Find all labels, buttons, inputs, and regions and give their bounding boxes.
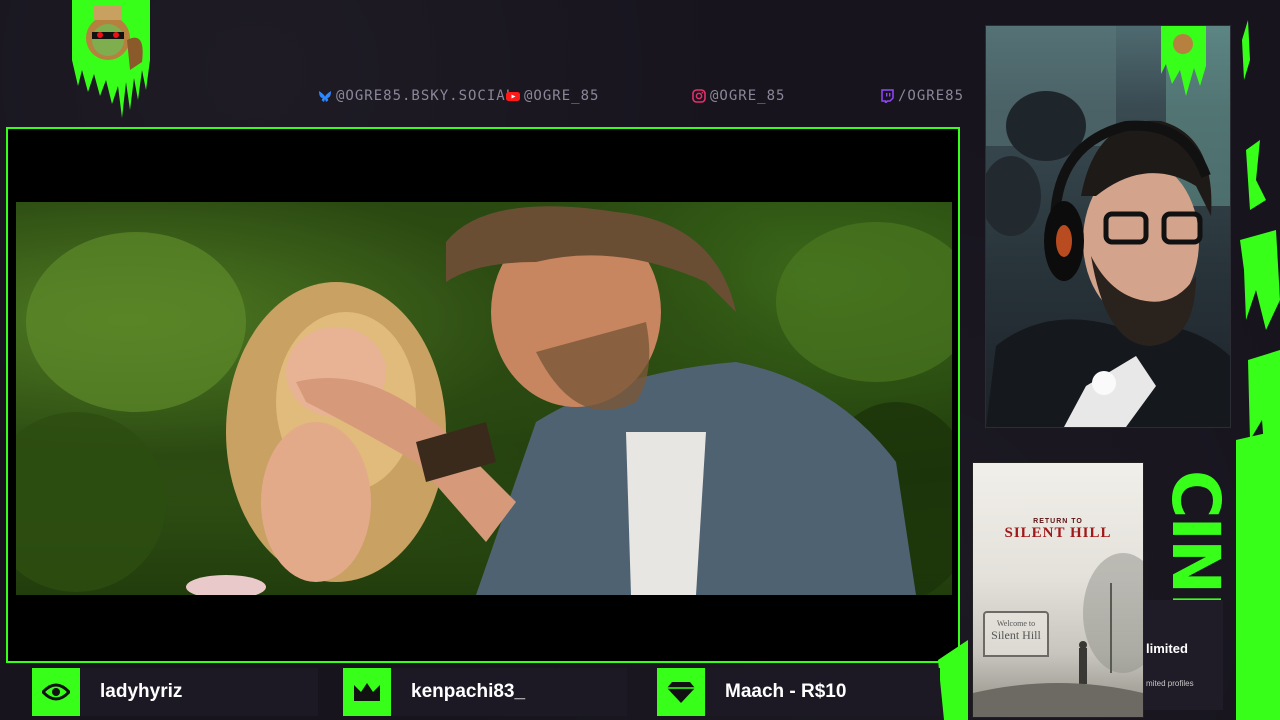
twitch-icon: [881, 89, 894, 103]
social-youtube-label: @OGRE_85: [524, 88, 600, 104]
bluesky-icon: [319, 91, 331, 102]
crown-icon: [343, 668, 391, 716]
social-instagram-label: @OGRE_85: [710, 88, 786, 104]
latest-subscriber: kenpachi83_: [343, 668, 627, 716]
instagram-icon: [692, 89, 706, 103]
latest-donation: Maach - R$10: [657, 668, 940, 716]
latest-follower: ladyhyriz: [32, 668, 318, 716]
movie-poster: RETURN TO SILENT HILL Welcome to Silent …: [972, 462, 1144, 718]
social-instagram[interactable]: @OGRE_85: [692, 88, 785, 104]
social-twitch-label: /OGRE85: [898, 88, 965, 104]
decorative-paint-drips: [1236, 20, 1280, 720]
limited-label: limited: [1146, 641, 1188, 656]
video-frame-scene: [16, 202, 952, 595]
latest-subscriber-name: kenpachi83_: [411, 681, 526, 702]
social-twitch[interactable]: /OGRE85: [880, 88, 964, 104]
webcam-feed: [985, 25, 1231, 428]
youtube-icon: [506, 92, 520, 101]
social-bluesky-label: @OGRE85.BSKY.SOCIAL: [336, 88, 516, 104]
latest-follower-name: ladyhyriz: [100, 681, 183, 702]
poster-welcome-sign: Welcome to Silent Hill: [983, 611, 1049, 657]
limited-sub-label: mited profiles: [1146, 679, 1194, 688]
social-links: @OGRE85.BSKY.SOCIAL @OGRE_85 @OGRE_85 /O…: [0, 88, 965, 110]
latest-donation-text: Maach - R$10: [725, 681, 847, 702]
social-bluesky[interactable]: @OGRE85.BSKY.SOCIAL: [318, 88, 515, 104]
diamond-icon: [657, 668, 705, 716]
main-video-player[interactable]: [6, 127, 960, 663]
social-youtube[interactable]: @OGRE_85: [506, 88, 599, 104]
poster-sign-line2: Silent Hill: [991, 628, 1041, 642]
recent-events-bar: ladyhyriz kenpachi83_ Maach - R$10: [0, 668, 965, 718]
eye-icon: [32, 668, 80, 716]
poster-sign-line1: Welcome to: [996, 619, 1036, 628]
